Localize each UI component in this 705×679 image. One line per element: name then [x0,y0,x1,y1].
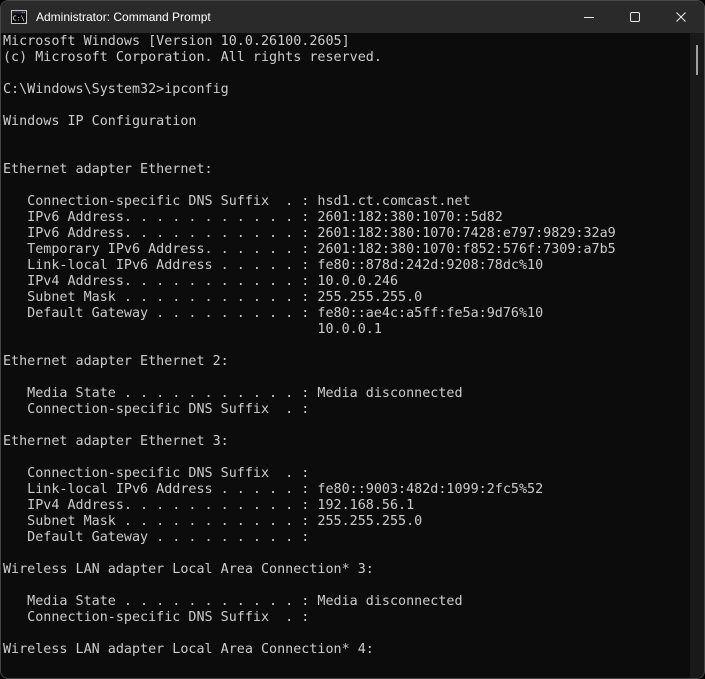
terminal-line: Default Gateway . . . . . . . . . : [3,530,690,546]
console-output: Microsoft Windows [Version 10.0.26100.26… [1,33,690,678]
window-controls [566,1,704,33]
terminal-line [3,146,690,162]
close-icon [676,12,686,22]
command-prompt-icon: C:\_ [11,9,27,25]
maximize-icon [630,12,640,22]
terminal-line: Connection-specific DNS Suffix . : [3,610,690,626]
terminal-line: Connection-specific DNS Suffix . : [3,466,690,482]
terminal-line: Media State . . . . . . . . . . . : Medi… [3,386,690,402]
terminal-line [3,578,690,594]
terminal-line [3,66,690,82]
terminal-line [3,98,690,114]
terminal-line: C:\Windows\System32>ipconfig [3,82,690,98]
terminal-line: Subnet Mask . . . . . . . . . . . : 255.… [3,290,690,306]
terminal-line: Ethernet adapter Ethernet: [3,162,690,178]
scrollbar[interactable] [690,33,704,678]
terminal-line [3,338,690,354]
console-area: Microsoft Windows [Version 10.0.26100.26… [1,33,704,678]
terminal-line: IPv4 Address. . . . . . . . . . . : 192.… [3,498,690,514]
terminal-line: Windows IP Configuration [3,114,690,130]
terminal-line: Link-local IPv6 Address . . . . . : fe80… [3,482,690,498]
terminal-line: Connection-specific DNS Suffix . : hsd1.… [3,194,690,210]
minimize-icon [584,12,594,22]
title-bar[interactable]: C:\_ Administrator: Command Prompt [1,1,704,33]
terminal-line: Temporary IPv6 Address. . . . . . : 2601… [3,242,690,258]
terminal-line [3,370,690,386]
terminal-line: Default Gateway . . . . . . . . . : fe80… [3,306,690,322]
terminal-window: C:\_ Administrator: Command Prompt [0,0,705,679]
terminal-line: IPv6 Address. . . . . . . . . . . : 2601… [3,226,690,242]
terminal-line: 10.0.0.1 [3,322,690,338]
terminal-line: Microsoft Windows [Version 10.0.26100.26… [3,34,690,50]
terminal-line: Subnet Mask . . . . . . . . . . . : 255.… [3,514,690,530]
terminal-line: Media State . . . . . . . . . . . : Medi… [3,594,690,610]
maximize-button[interactable] [612,1,658,33]
terminal-line: Wireless LAN adapter Local Area Connecti… [3,642,690,658]
terminal-line: Link-local IPv6 Address . . . . . : fe80… [3,258,690,274]
terminal-line [3,626,690,642]
terminal-line [3,418,690,434]
terminal-line [3,450,690,466]
terminal-line [3,546,690,562]
terminal-line [3,178,690,194]
terminal-line: IPv4 Address. . . . . . . . . . . : 10.0… [3,274,690,290]
terminal-line: Connection-specific DNS Suffix . : [3,402,690,418]
svg-text:C:\_: C:\_ [13,15,27,23]
terminal-line: (c) Microsoft Corporation. All rights re… [3,50,690,66]
terminal-line [3,130,690,146]
close-button[interactable] [658,1,704,33]
window-title: Administrator: Command Prompt [36,10,211,24]
minimize-button[interactable] [566,1,612,33]
scrollbar-thumb[interactable] [696,45,698,75]
terminal-line: IPv6 Address. . . . . . . . . . . : 2601… [3,210,690,226]
terminal-line: Ethernet adapter Ethernet 3: [3,434,690,450]
terminal-line: Wireless LAN adapter Local Area Connecti… [3,562,690,578]
terminal-line: Ethernet adapter Ethernet 2: [3,354,690,370]
